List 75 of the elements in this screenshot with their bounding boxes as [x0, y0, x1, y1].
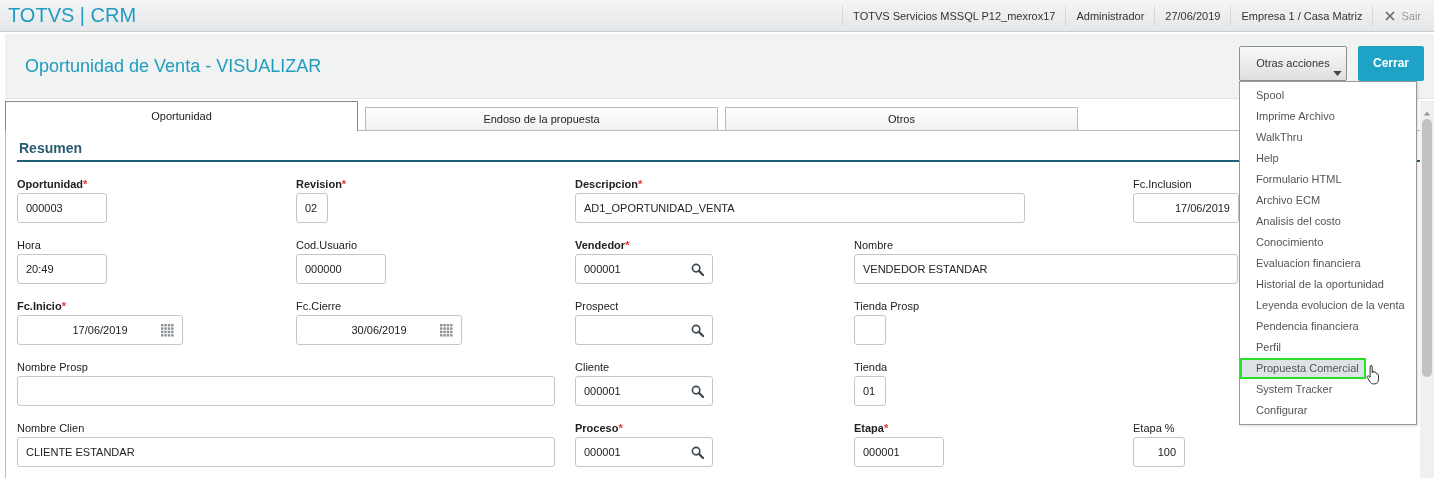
- menu-item[interactable]: Leyenda evolucion de la venta: [1240, 294, 1416, 316]
- menu-item[interactable]: System Tracker: [1240, 378, 1416, 400]
- input-field[interactable]: [17, 376, 555, 406]
- field-label: Nombre Prosp: [17, 360, 88, 375]
- field-label: Cliente: [575, 360, 610, 375]
- field-label: Fc.Cierre: [296, 299, 342, 314]
- input-field[interactable]: AD1_OPORTUNIDAD_VENTA: [575, 193, 1025, 223]
- hand-cursor-icon: [1366, 363, 1381, 385]
- calendar-icon: [440, 324, 453, 337]
- input-field[interactable]: 000003: [17, 193, 107, 223]
- session-info: Empresa 1 / Casa Matriz: [1230, 5, 1373, 26]
- field-label: Descripcion*: [575, 177, 643, 192]
- field-label: Proceso*: [575, 421, 623, 436]
- date-field[interactable]: 17/06/2019: [17, 315, 183, 345]
- page-title: Oportunidad de Venta - VISUALIZAR: [25, 55, 322, 77]
- field-label: Cod.Usuario: [296, 238, 358, 253]
- menu-item[interactable]: Archivo ECM: [1240, 189, 1416, 211]
- tab[interactable]: Otros: [725, 107, 1078, 130]
- scrollbar-thumb[interactable]: [1422, 119, 1432, 377]
- field-label: Nombre Clien: [17, 421, 85, 436]
- caret-icon: [1333, 70, 1342, 76]
- session-info: Administrador: [1065, 5, 1155, 26]
- scrollbar[interactable]: [1420, 101, 1434, 478]
- tab[interactable]: Oportunidad: [5, 101, 358, 131]
- search-icon: [691, 324, 704, 337]
- scroll-up-icon[interactable]: [1423, 110, 1431, 116]
- lookup-field[interactable]: [575, 315, 713, 345]
- input-field[interactable]: 01: [854, 376, 886, 406]
- menu-item[interactable]: Spool: [1240, 84, 1416, 106]
- search-icon: [691, 385, 704, 398]
- lookup-field[interactable]: 000001: [575, 437, 713, 467]
- field-label: Etapa*: [854, 421, 889, 436]
- search-icon: [691, 263, 704, 276]
- menu-item[interactable]: WalkThru: [1240, 126, 1416, 148]
- app-logo: TOTVS | CRM: [7, 4, 137, 27]
- field-label: Hora: [17, 238, 41, 253]
- session-info: TOTVS Servicios MSSQL P12_mexrox17: [842, 5, 1066, 26]
- search-icon: [691, 446, 704, 459]
- input-field[interactable]: 100: [1133, 437, 1185, 467]
- input-field[interactable]: [854, 315, 886, 345]
- field-label: Tienda: [854, 360, 888, 375]
- menu-item[interactable]: Configurar: [1240, 399, 1416, 421]
- lookup-field[interactable]: 000001: [575, 254, 713, 284]
- input-field[interactable]: 17/06/2019: [1133, 193, 1239, 223]
- menu-item[interactable]: Formulario HTML: [1240, 168, 1416, 190]
- input-field[interactable]: 000000: [296, 254, 386, 284]
- calendar-icon: [161, 324, 174, 337]
- menu-item[interactable]: Conocimiento: [1240, 231, 1416, 253]
- field-label: Fc.Inclusion: [1133, 177, 1192, 192]
- menu-item[interactable]: Pendencia financiera: [1240, 315, 1416, 337]
- field-label: Revision*: [296, 177, 347, 192]
- input-field[interactable]: CLIENTE ESTANDAR: [17, 437, 555, 467]
- tab[interactable]: Endoso de la propuesta: [365, 107, 718, 130]
- date-field[interactable]: 30/06/2019: [296, 315, 462, 345]
- menu-item[interactable]: Analisis del costo: [1240, 210, 1416, 232]
- field-label: Etapa %: [1133, 421, 1175, 436]
- menu-item[interactable]: Evaluacion financiera: [1240, 252, 1416, 274]
- input-field[interactable]: 02: [296, 193, 328, 223]
- actions-dropdown-button[interactable]: Otras acciones: [1239, 45, 1347, 81]
- close-icon: [1385, 10, 1396, 21]
- field-label: Nombre: [854, 238, 894, 253]
- input-field[interactable]: 20:49: [17, 254, 107, 284]
- menu-item[interactable]: Historial de la oportunidad: [1240, 273, 1416, 295]
- lookup-field[interactable]: 000001: [575, 376, 713, 406]
- input-field[interactable]: VENDEDOR ESTANDAR: [854, 254, 1238, 284]
- field-label: Tienda Prosp: [854, 299, 920, 314]
- field-label: Fc.Inicio*: [17, 299, 66, 314]
- field-label: Oportunidad*: [17, 177, 88, 192]
- field-label: Prospect: [575, 299, 619, 314]
- menu-item[interactable]: Perfil: [1240, 336, 1416, 358]
- menu-item[interactable]: Imprime Archivo: [1240, 105, 1416, 127]
- input-field[interactable]: 000001: [854, 437, 944, 467]
- menu-item[interactable]: Help: [1240, 147, 1416, 169]
- session-info: 27/06/2019: [1154, 5, 1231, 26]
- field-label: Vendedor*: [575, 238, 630, 253]
